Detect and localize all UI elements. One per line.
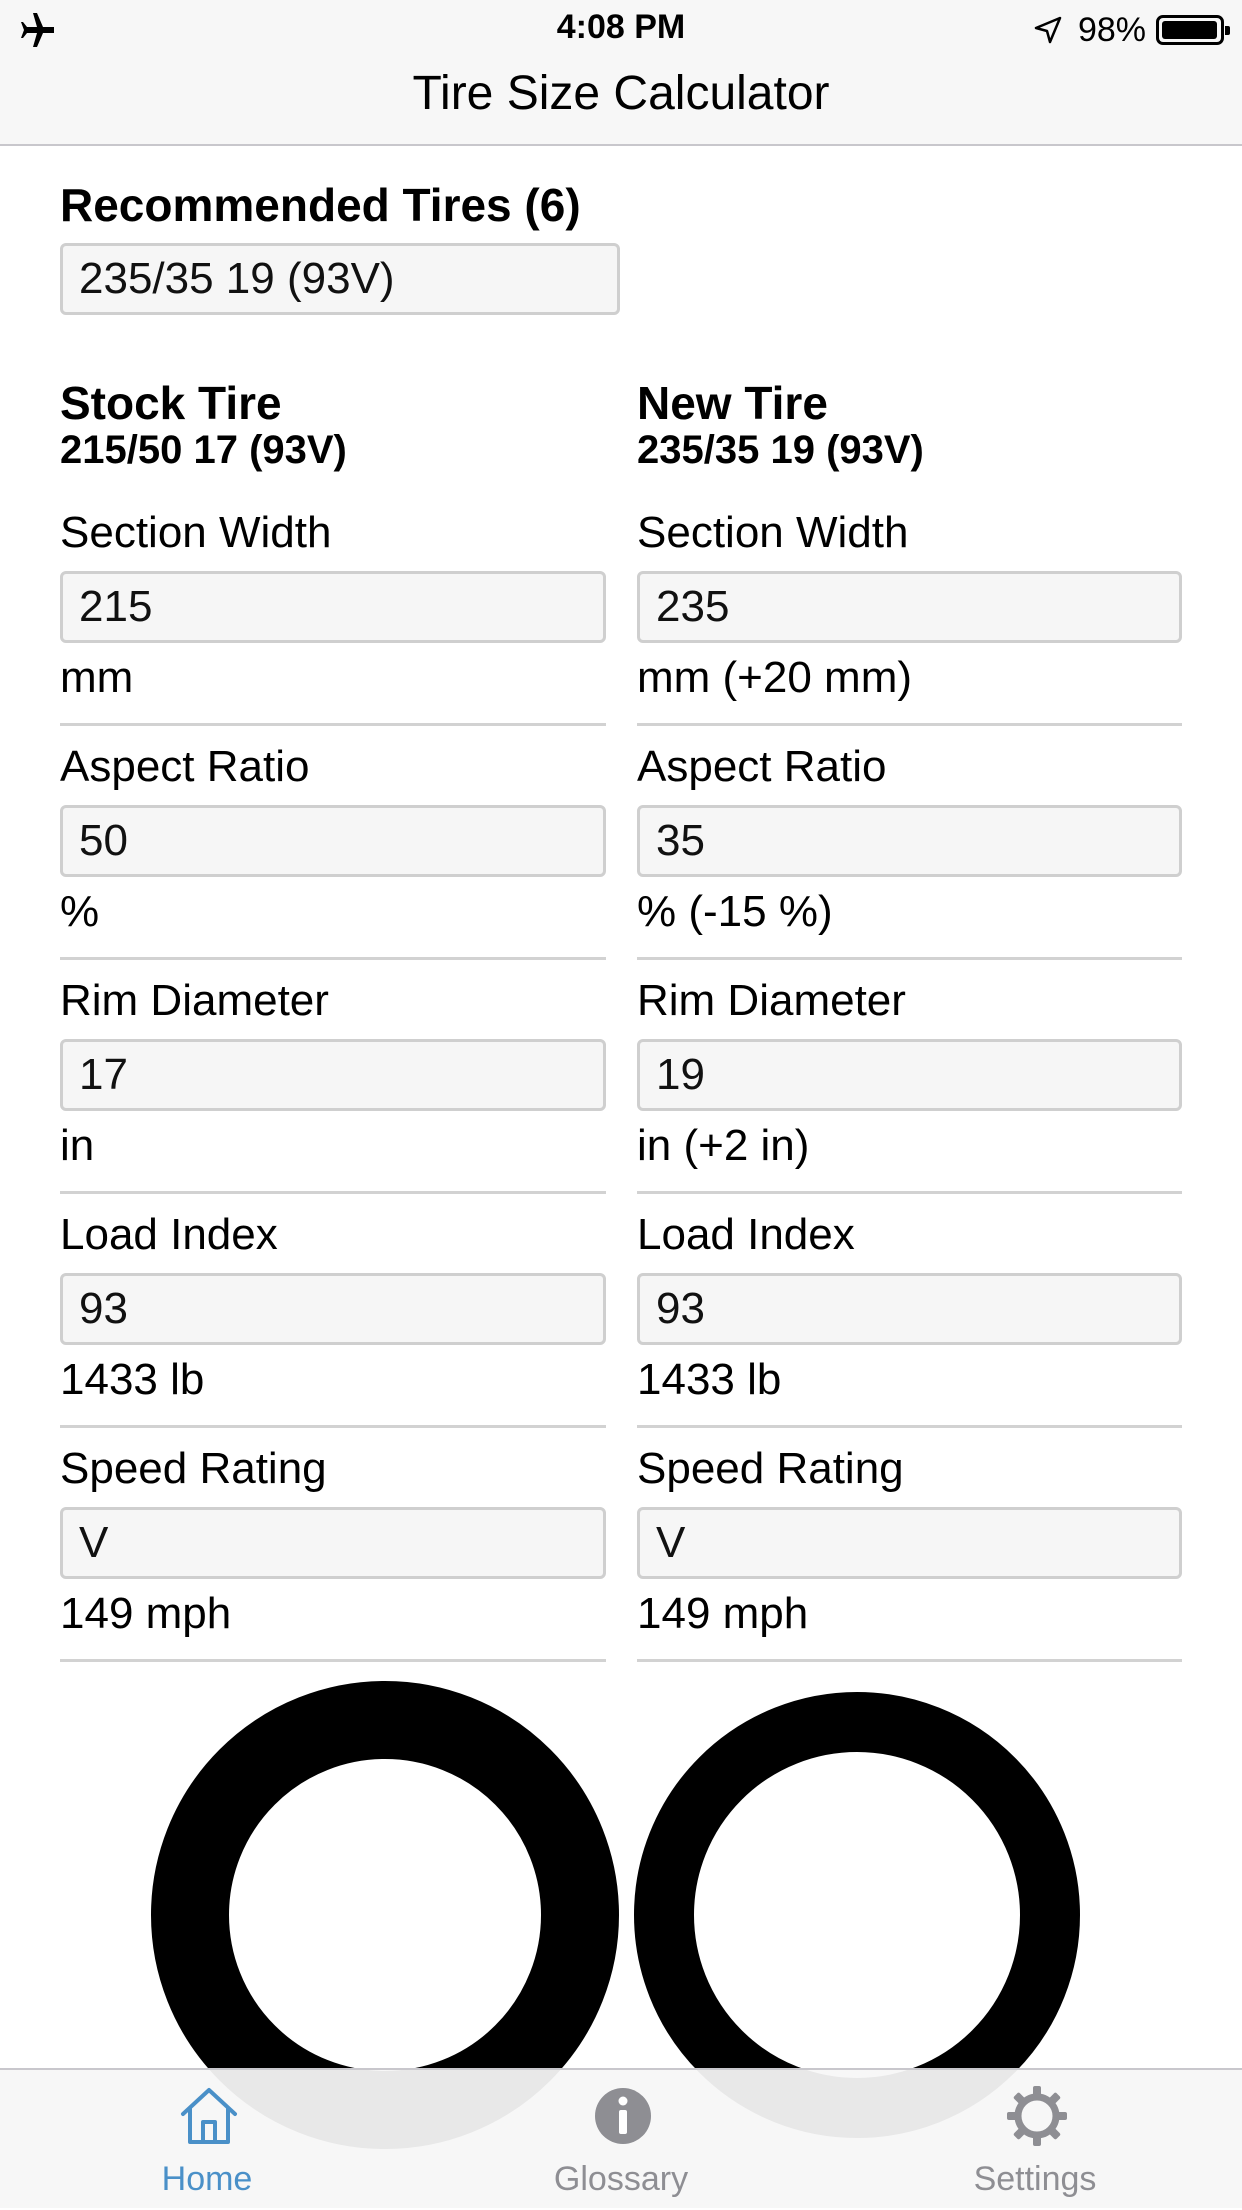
new-load-index-field[interactable]: 93: [637, 1273, 1182, 1345]
stock-tire-title: Stock Tire: [60, 377, 282, 429]
new-section-width-field[interactable]: 235: [637, 571, 1182, 643]
stock-section-width-unit: mm: [60, 653, 134, 702]
stock-rim-diameter-field[interactable]: 17: [60, 1039, 606, 1111]
new-load-index-unit: 1433 lb: [637, 1355, 782, 1404]
new-aspect-ratio-field[interactable]: 35: [637, 805, 1182, 877]
new-rim-diameter-unit: in (+2 in): [637, 1121, 810, 1170]
new-tire-title: New Tire: [637, 377, 828, 429]
battery-icon: [1156, 15, 1230, 45]
divider: [60, 723, 606, 726]
stock-tire-ring: [151, 1681, 619, 2149]
stock-aspect-ratio-unit: %: [60, 887, 100, 936]
stock-speed-rating-label: Speed Rating: [60, 1444, 327, 1493]
new-aspect-ratio-label: Aspect Ratio: [637, 742, 887, 791]
tab-settings-label: Settings: [973, 2160, 1097, 2198]
tab-home[interactable]: Home: [97, 2070, 317, 2210]
location-arrow-icon: [1034, 16, 1062, 44]
divider: [60, 957, 606, 960]
new-tire-size: 235/35 19 (93V): [637, 428, 924, 472]
recommended-tires-title: Recommended Tires (6): [60, 179, 581, 231]
new-section-width-unit: mm (+20 mm): [637, 653, 912, 702]
stock-load-index-unit: 1433 lb: [60, 1355, 205, 1404]
tab-settings[interactable]: Settings: [925, 2070, 1145, 2210]
tab-bar: Home Glossary Settings: [0, 2068, 1242, 2208]
stock-tire-size: 215/50 17 (93V): [60, 428, 347, 472]
new-tire-ring: [634, 1692, 1080, 2138]
new-tire-heading: New Tire 235/35 19 (93V): [637, 378, 924, 472]
tab-home-label: Home: [161, 2160, 253, 2198]
new-section-width-label: Section Width: [637, 508, 909, 557]
divider: [637, 957, 1182, 960]
status-bar: 4:08 PM 98%: [0, 0, 1242, 58]
stock-section-width-field[interactable]: 215: [60, 571, 606, 643]
navigation-bar: Tire Size Calculator: [0, 58, 1242, 146]
info-icon: [595, 2088, 651, 2144]
stock-speed-rating-unit: 149 mph: [60, 1589, 232, 1638]
battery-percent: 98%: [1077, 10, 1146, 49]
new-speed-rating-label: Speed Rating: [637, 1444, 904, 1493]
tab-glossary-label: Glossary: [553, 2160, 689, 2198]
divider: [60, 1191, 606, 1194]
stock-tire-heading: Stock Tire 215/50 17 (93V): [60, 378, 347, 472]
stock-speed-rating-field[interactable]: V: [60, 1507, 606, 1579]
recommended-tire-picker[interactable]: 235/35 19 (93V): [60, 243, 620, 315]
gear-icon: [1007, 2086, 1067, 2146]
new-aspect-ratio-unit: % (-15 %): [637, 887, 833, 936]
page-title: Tire Size Calculator: [412, 67, 830, 120]
new-load-index-label: Load Index: [637, 1210, 855, 1259]
stock-load-index-field[interactable]: 93: [60, 1273, 606, 1345]
tab-glossary[interactable]: Glossary: [511, 2070, 731, 2210]
divider: [60, 1659, 606, 1662]
new-speed-rating-field[interactable]: V: [637, 1507, 1182, 1579]
stock-rim-diameter-unit: in: [60, 1121, 95, 1170]
new-rim-diameter-field[interactable]: 19: [637, 1039, 1182, 1111]
divider: [637, 1191, 1182, 1194]
stock-load-index-label: Load Index: [60, 1210, 278, 1259]
divider: [637, 723, 1182, 726]
stock-aspect-ratio-field[interactable]: 50: [60, 805, 606, 877]
divider: [60, 1425, 606, 1428]
divider: [637, 1659, 1182, 1662]
new-speed-rating-unit: 149 mph: [637, 1589, 809, 1638]
divider: [637, 1425, 1182, 1428]
stock-section-width-label: Section Width: [60, 508, 332, 557]
home-icon: [181, 2088, 237, 2144]
new-rim-diameter-label: Rim Diameter: [637, 976, 906, 1025]
stock-rim-diameter-label: Rim Diameter: [60, 976, 329, 1025]
stock-aspect-ratio-label: Aspect Ratio: [60, 742, 310, 791]
